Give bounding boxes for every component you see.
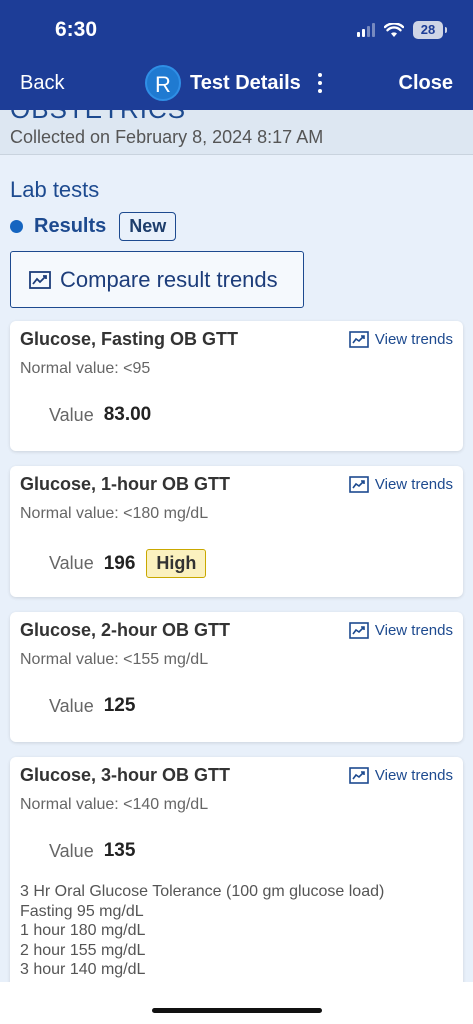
view-trends-link[interactable]: View trends — [349, 331, 453, 348]
page-title: Test Details — [190, 71, 301, 94]
test-name: Glucose, Fasting OB GTT — [20, 329, 239, 349]
trend-chart-icon — [349, 622, 369, 639]
normal-range: Normal value: <180 mg/dL — [20, 505, 209, 522]
result-card-3-hour: Glucose, 3-hour OB GTT View trends Norma… — [10, 757, 463, 997]
cellular-signal-icon — [357, 23, 375, 37]
result-card-2-hour: Glucose, 2-hour OB GTT View trends Norma… — [10, 612, 463, 742]
results-label: Results — [34, 215, 107, 237]
view-trends-label: View trends — [374, 476, 453, 493]
view-trends-label: View trends — [374, 767, 453, 784]
trend-chart-icon — [349, 331, 369, 348]
more-menu-icon[interactable] — [314, 71, 326, 95]
results-header: Results New — [10, 212, 177, 241]
note-line: 1 hour 180 mg/dL — [20, 922, 146, 939]
compare-trends-label: Compare result trends — [60, 266, 278, 292]
section-header: OBSTETRICS Collected on February 8, 2024… — [0, 110, 473, 155]
value-row: Value 135 — [49, 840, 135, 862]
result-card-fasting: Glucose, Fasting OB GTT View trends Norm… — [10, 321, 463, 451]
home-indicator[interactable] — [152, 1008, 322, 1013]
close-button[interactable]: Close — [399, 72, 453, 95]
view-trends-link[interactable]: View trends — [349, 622, 453, 639]
normal-range: Normal value: <155 mg/dL — [20, 651, 209, 668]
result-value: 125 — [103, 695, 136, 716]
test-name: Glucose, 3-hour OB GTT — [20, 765, 231, 785]
result-value: 196 — [103, 552, 136, 574]
result-card-1-hour: Glucose, 1-hour OB GTT View trends Norma… — [10, 466, 463, 597]
trend-chart-icon — [349, 476, 369, 493]
trend-chart-icon — [349, 767, 369, 784]
view-trends-link[interactable]: View trends — [349, 767, 453, 784]
result-note: 3 Hr Oral Glucose Tolerance (100 gm gluc… — [20, 882, 384, 980]
trend-chart-icon — [29, 270, 51, 289]
note-line: 2 hour 155 mg/dL — [20, 941, 146, 959]
compare-trends-button[interactable]: Compare result trends — [10, 251, 304, 308]
test-name: Glucose, 1-hour OB GTT — [20, 474, 231, 494]
note-line: 3 hour 140 mg/dL — [20, 961, 146, 978]
back-button[interactable]: Back — [20, 72, 64, 95]
wifi-icon — [384, 22, 404, 37]
top-bar: 6:30 28 Back R Test Details Close — [0, 0, 473, 110]
value-label: Value — [49, 404, 94, 425]
results-dot-icon — [10, 220, 23, 233]
section-title: OBSTETRICS — [10, 110, 186, 125]
lab-tests-heading: Lab tests — [10, 177, 100, 202]
avatar[interactable]: R — [145, 65, 181, 101]
value-label: Value — [49, 840, 94, 861]
value-label: Value — [49, 695, 94, 716]
view-trends-link[interactable]: View trends — [349, 476, 453, 493]
result-value: 135 — [103, 840, 136, 861]
new-badge: New — [119, 212, 177, 241]
normal-range: Normal value: <140 mg/dL — [20, 796, 209, 813]
view-trends-label: View trends — [374, 331, 453, 348]
collected-date: Collected on February 8, 2024 8:17 AM — [10, 127, 324, 147]
view-trends-label: View trends — [374, 622, 453, 639]
test-name: Glucose, 2-hour OB GTT — [20, 620, 231, 640]
value-row: Value 83.00 — [49, 404, 151, 426]
value-row: Value 125 — [49, 695, 135, 717]
result-value: 83.00 — [103, 404, 152, 425]
note-line: 3 Hr Oral Glucose Tolerance (100 gm gluc… — [20, 883, 385, 900]
nav-title-group[interactable]: R Test Details — [145, 65, 326, 101]
value-label: Value — [49, 553, 94, 573]
status-time: 6:30 — [55, 18, 98, 41]
high-flag-badge: High — [146, 549, 207, 578]
value-row: Value 196 High — [49, 549, 207, 578]
battery-icon: 28 — [413, 21, 447, 39]
normal-range: Normal value: <95 — [20, 360, 151, 377]
status-icons: 28 — [357, 21, 447, 39]
note-line: Fasting 95 mg/dL — [20, 902, 144, 920]
home-indicator-area — [0, 982, 473, 1024]
